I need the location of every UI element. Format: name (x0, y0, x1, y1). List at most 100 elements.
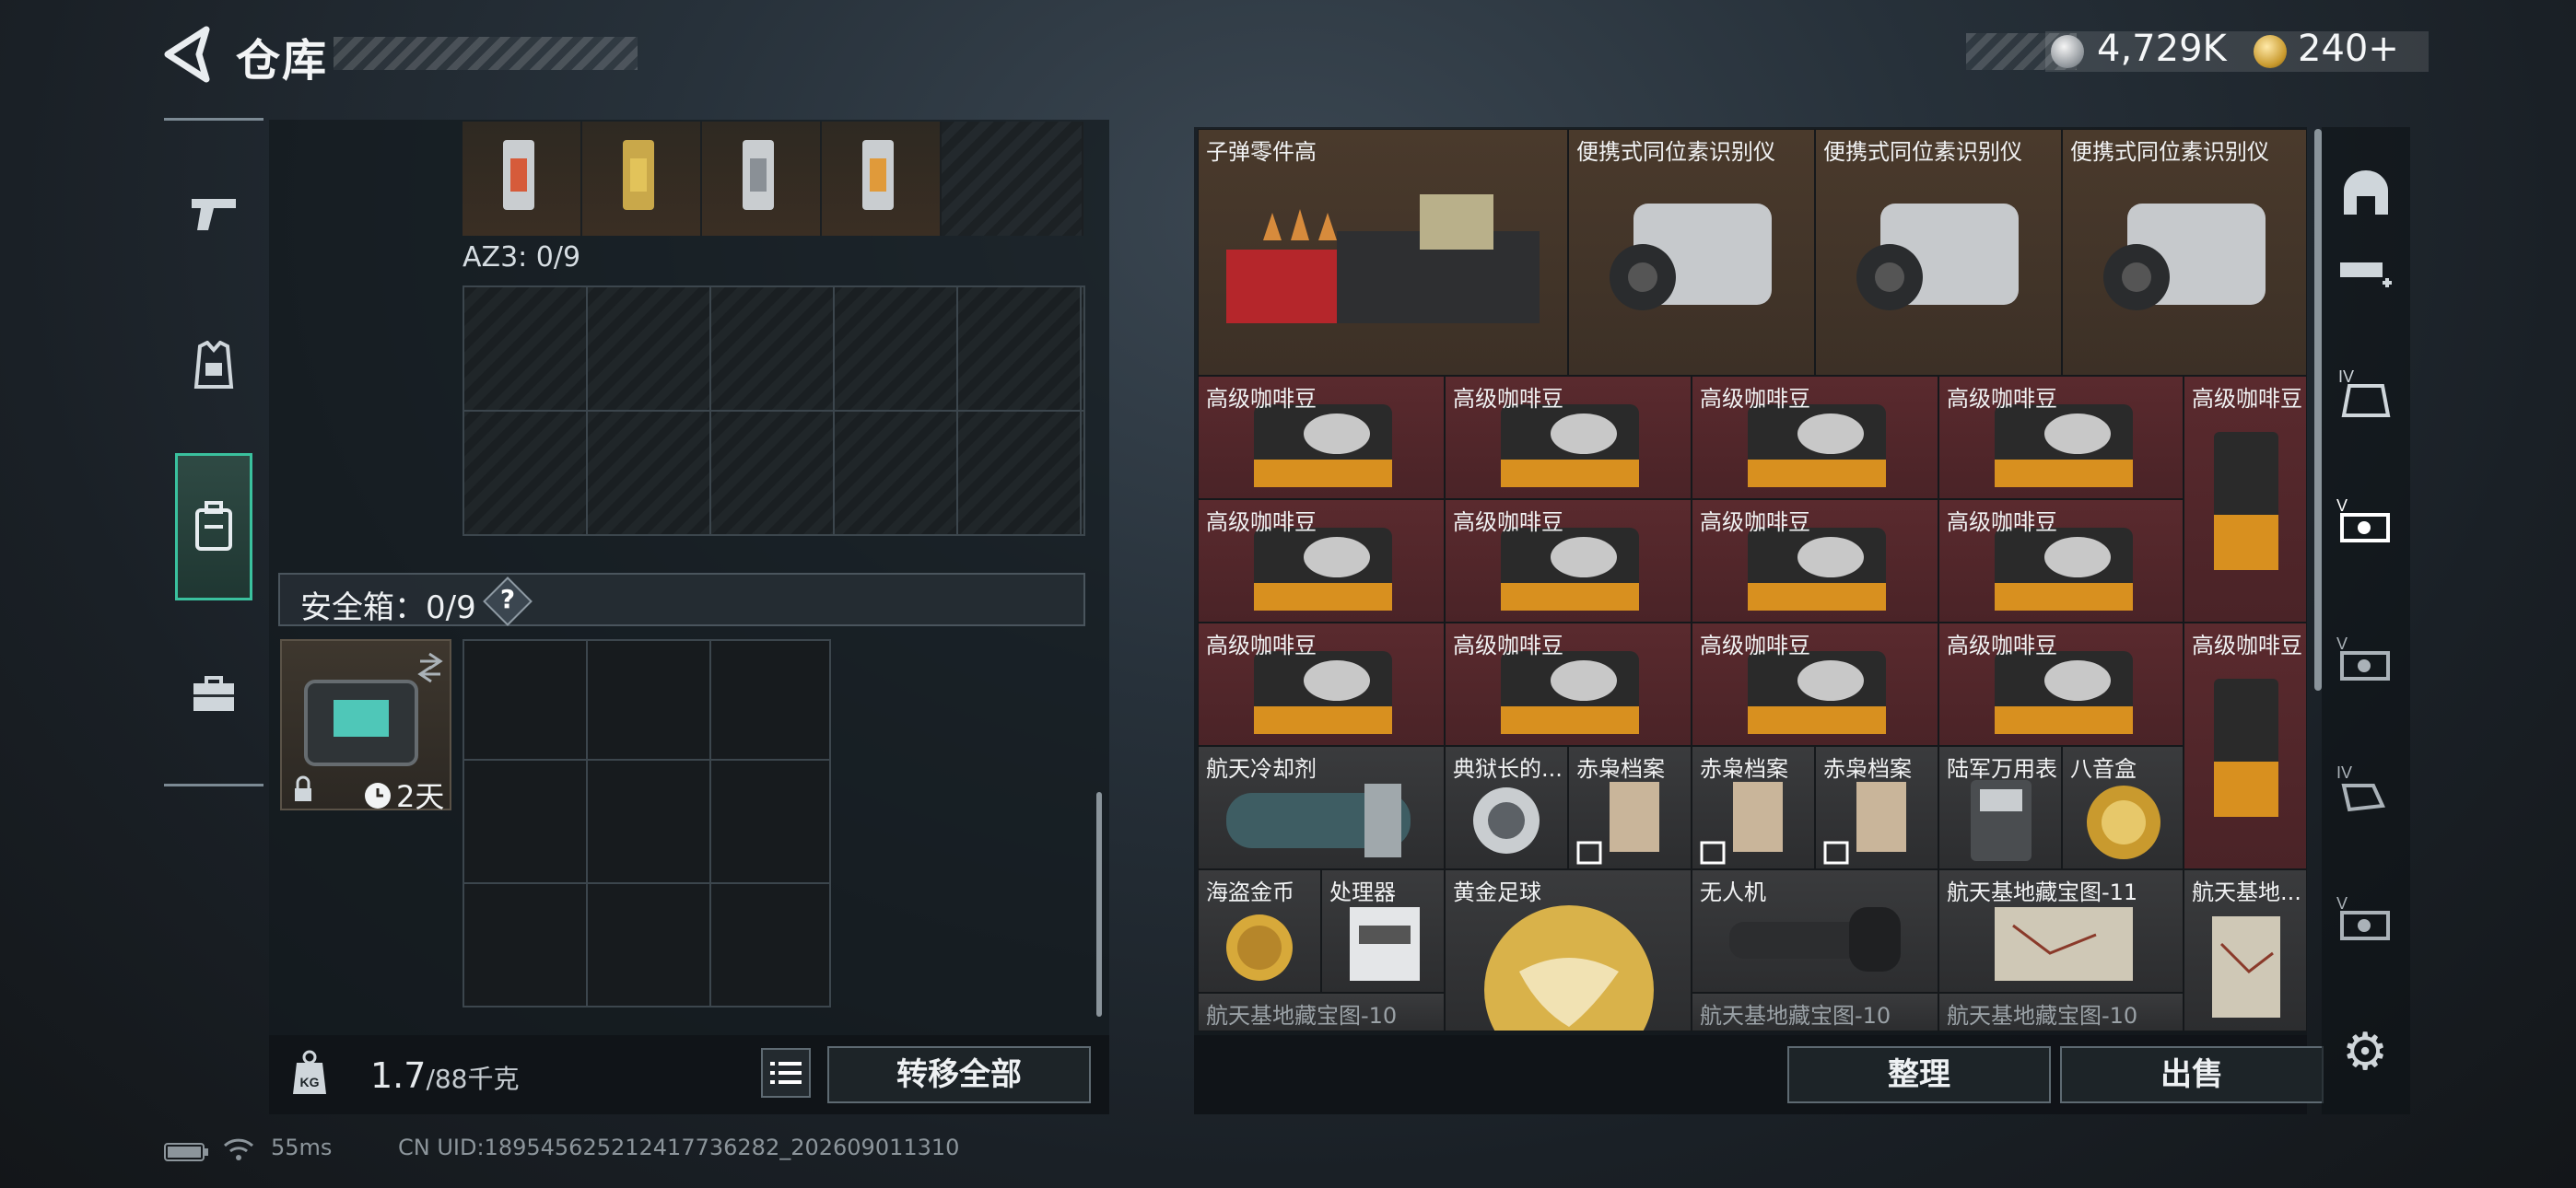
stash-item-coffee-upright[interactable]: 高级咖啡豆 (2184, 623, 2307, 869)
wifi-icon (223, 1138, 254, 1160)
item-label: 高级咖啡豆 (1947, 509, 2057, 535)
item-label: 高级咖啡豆 (1453, 509, 1563, 535)
category-tier4-armor[interactable]: IV (2331, 359, 2401, 424)
stash-item-treasure-map-11[interactable]: 航天基地藏宝图-11 (1938, 869, 2184, 993)
stash-item-bullet-parts[interactable]: 子弹零件高 (1198, 129, 1568, 376)
category-tier4-item[interactable]: IV (2331, 755, 2401, 820)
item-label: 陆军万用表 (1947, 756, 2057, 782)
safe-box-label: 安全箱：0/9 (300, 589, 476, 626)
stash-item-music-box[interactable]: 八音盒 (2062, 746, 2184, 869)
stash-item-gold-football[interactable]: 黄金足球 (1445, 869, 1692, 1031)
detector-icon (1856, 204, 2019, 310)
item-label: 高级咖啡豆 (1947, 633, 2057, 658)
item-label: 便携式同位素识别仪 (1576, 139, 1775, 165)
tab-kit[interactable] (175, 621, 252, 768)
category-tier5-item[interactable]: V (2331, 626, 2401, 691)
stash-item-redowl-file[interactable]: 赤枭档案 (1815, 746, 1938, 869)
category-helmet[interactable] (2331, 162, 2401, 227)
stash-item-coffee[interactable]: 高级咖啡豆 (1938, 499, 2184, 623)
empty-slot[interactable] (942, 122, 1083, 236)
stash-item-coffee[interactable]: 高级咖啡豆 (1692, 376, 1938, 499)
stash-item-warden[interactable]: 典狱长的... (1445, 746, 1568, 869)
backpack-slots (463, 122, 1083, 236)
stash-item-treasure-map-10[interactable]: 航天基地藏宝图-10 (1198, 993, 1445, 1031)
stash-item-coffee[interactable]: 高级咖啡豆 (1445, 376, 1692, 499)
safe-box-grid[interactable] (463, 639, 831, 1007)
tab-weapons[interactable] (175, 138, 252, 285)
backpack-item-slot[interactable] (702, 122, 822, 236)
coffee-bag-upright-icon (2214, 679, 2278, 817)
detector-icon (2103, 204, 2266, 310)
backpack-item-slot[interactable] (582, 122, 702, 236)
item-label: 航天基地藏宝图-11 (1947, 879, 2138, 905)
svg-text:IV: IV (2336, 763, 2352, 782)
svg-text:KG: KG (300, 1075, 320, 1089)
tab-backpack[interactable] (175, 453, 252, 600)
item-label: 航天基地藏宝图-10 (1206, 1003, 1398, 1029)
back-arrow-icon[interactable] (162, 26, 210, 83)
briefcase-icon (193, 676, 234, 711)
sell-button[interactable]: 出售 (2060, 1046, 2324, 1103)
category-tier5-misc[interactable]: V (2331, 886, 2401, 950)
svg-text:V: V (2336, 496, 2348, 515)
stash-item-coffee[interactable]: 高级咖啡豆 (1692, 623, 1938, 746)
category-tier5-gear[interactable]: V (2331, 488, 2401, 553)
stash-item-coffee-upright[interactable]: 高级咖啡豆 (2184, 376, 2307, 623)
stash-item-treasure-map-10[interactable]: 航天基地藏宝图-10 (1692, 993, 1938, 1031)
help-text: ? (499, 584, 516, 614)
coffee-bag-upright-icon (2214, 432, 2278, 570)
stash-item-drone[interactable]: 无人机 (1692, 869, 1938, 993)
ammo-box-icon (623, 140, 654, 210)
svg-text:V: V (2336, 635, 2348, 653)
stash-item-coffee[interactable]: 高级咖啡豆 (1198, 376, 1445, 499)
az3-grid[interactable] (463, 285, 1085, 536)
item-label: 高级咖啡豆 (1947, 386, 2057, 412)
stash-item-redowl-file[interactable]: 赤枭档案 (1568, 746, 1692, 869)
az3-capacity: AZ3: 0/9 (463, 241, 581, 274)
stash-grid[interactable]: 子弹零件高 便携式同位素识别仪 便携式同位素识别仪 便携式同位素识别仪 高级咖啡… (1198, 129, 2307, 1031)
stash-item-coffee[interactable]: 高级咖啡豆 (1445, 499, 1692, 623)
gold-amount[interactable]: 240+ (2298, 28, 2399, 70)
stash-item-coolant[interactable]: 航天冷却剂 (1198, 746, 1445, 869)
tab-armor[interactable] (175, 293, 252, 440)
stash-item-multimeter[interactable]: 陆军万用表 (1938, 746, 2062, 869)
list-view-button[interactable] (761, 1048, 811, 1098)
stash-item-pirate-coin[interactable]: 海盗金币 (1198, 869, 1321, 993)
stash-item-coffee[interactable]: 高级咖啡豆 (1692, 499, 1938, 623)
stash-item-treasure-map[interactable]: 航天基地... (2184, 869, 2307, 1031)
sort-button[interactable]: 整理 (1787, 1046, 2051, 1103)
backpack-item-slot[interactable] (822, 122, 942, 236)
settings-gear-icon[interactable]: ⚙ (2342, 1022, 2388, 1082)
tier5-item-icon: V (2336, 635, 2390, 681)
item-label: 高级咖啡豆 (1453, 633, 1563, 658)
stash-item-processor[interactable]: 处理器 (1321, 869, 1445, 993)
loadout-scrollbar[interactable] (1096, 792, 1102, 1017)
ammo-box-icon (503, 140, 534, 210)
stash-item-redowl-file[interactable]: 赤枭档案 (1692, 746, 1815, 869)
stash-item-coffee[interactable]: 高级咖啡豆 (1198, 499, 1445, 623)
item-label: 便携式同位素识别仪 (1823, 139, 2022, 165)
stash-item-coffee[interactable]: 高级咖啡豆 (1938, 376, 2184, 499)
item-label: 高级咖啡豆 (2192, 386, 2302, 412)
weight-icon: KG (293, 1050, 326, 1094)
category-ammo[interactable] (2331, 241, 2401, 306)
stash-item-isotope-detector[interactable]: 便携式同位素识别仪 (1568, 129, 1815, 376)
stash-scrollbar[interactable] (2314, 129, 2322, 691)
item-label: 处理器 (1329, 879, 1396, 905)
stash-item-coffee[interactable]: 高级咖啡豆 (1445, 623, 1692, 746)
stash-item-coffee[interactable]: 高级咖啡豆 (1198, 623, 1445, 746)
weight-value: 1.7 (370, 1055, 427, 1096)
backpack-item-slot[interactable] (463, 122, 582, 236)
item-label: 典狱长的... (1453, 756, 1563, 782)
item-label: 航天冷却剂 (1206, 756, 1317, 782)
transfer-all-button[interactable]: 转移全部 (827, 1046, 1091, 1103)
item-label: 高级咖啡豆 (1206, 386, 1317, 412)
silver-coin-icon (2051, 35, 2084, 68)
item-label: 航天基地藏宝图-10 (1700, 1003, 1891, 1029)
weight-capacity: /88千克 (426, 1064, 520, 1094)
stash-item-isotope-detector[interactable]: 便携式同位素识别仪 (1815, 129, 2062, 376)
stash-item-isotope-detector[interactable]: 便携式同位素识别仪 (2062, 129, 2307, 376)
item-label: 高级咖啡豆 (1700, 386, 1810, 412)
stash-item-treasure-map-10[interactable]: 航天基地藏宝图-10 (1938, 993, 2184, 1031)
stash-item-coffee[interactable]: 高级咖啡豆 (1938, 623, 2184, 746)
